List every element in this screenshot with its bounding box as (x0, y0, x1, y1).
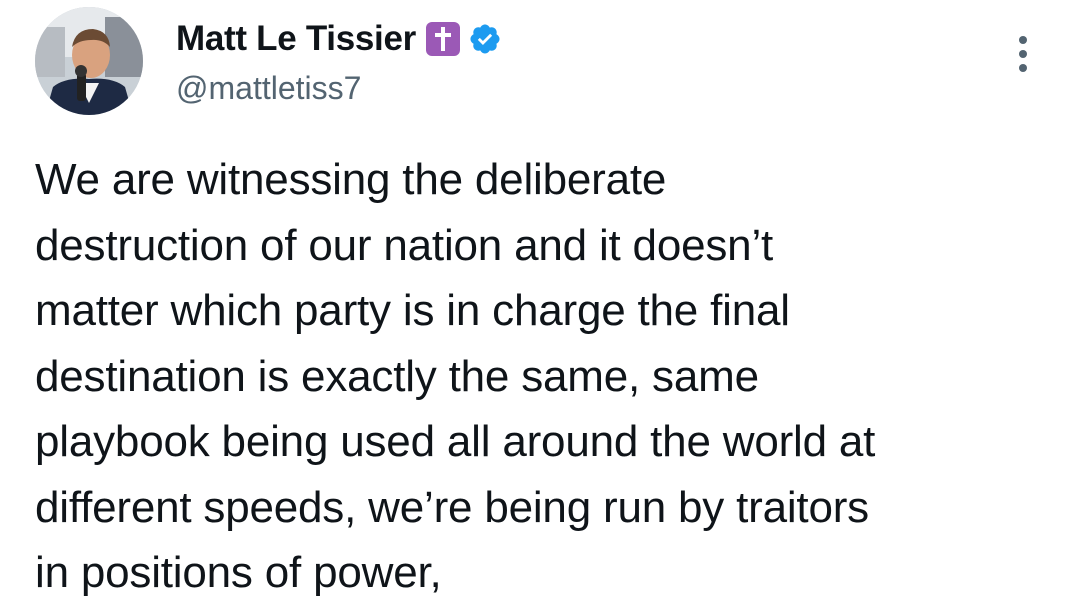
more-options-button[interactable] (1005, 28, 1041, 80)
more-options-icon-dot (1019, 64, 1027, 72)
tweet-text-line: playbook being used all around the world… (35, 417, 876, 466)
more-options-icon (1019, 36, 1027, 44)
latin-cross-icon (425, 22, 460, 56)
more-options-icon-dot (1019, 50, 1027, 58)
author-name-row: Matt Le Tissier (176, 17, 502, 61)
tweet-text-line: different speeds, we’re being run by tra… (35, 482, 869, 532)
verified-badge-icon (468, 22, 502, 56)
tweet-text-line: destination is exactly the same, same (35, 351, 759, 401)
avatar[interactable] (35, 7, 143, 115)
tweet-text-line: We are witnessing the deliberate (35, 155, 667, 204)
tweet-card: Matt Le Tissier @mattletiss7 We are witn… (0, 0, 1080, 608)
display-name[interactable]: Matt Le Tissier (176, 19, 416, 59)
profile-photo (35, 7, 143, 115)
tweet-text: We are witnessing the deliberate destruc… (35, 147, 1045, 606)
author-handle[interactable]: @mattletiss7 (176, 70, 361, 107)
tweet-text-line: matter which party is in charge the fina… (35, 286, 790, 335)
tweet-text-line: in positions of power, (35, 548, 442, 597)
tweet-text-line: destruction of our nation and it doesn’t (35, 220, 774, 270)
